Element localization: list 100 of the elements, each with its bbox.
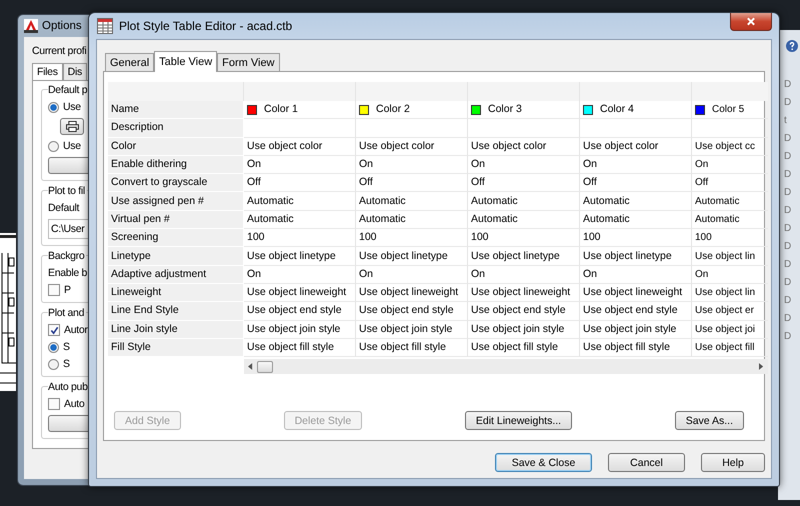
table-cell[interactable]: Use object fill <box>692 338 768 358</box>
table-cell[interactable]: Use object join style <box>468 320 580 339</box>
button[interactable] <box>48 157 89 174</box>
table-cell[interactable]: On <box>580 266 692 284</box>
radio-button[interactable] <box>48 342 59 352</box>
table-cell[interactable]: Automatic <box>580 192 692 211</box>
radio-button[interactable] <box>48 102 59 112</box>
table-cell[interactable]: Use object fill style <box>580 338 692 358</box>
table-cell[interactable]: Use object end style <box>580 302 692 321</box>
table-cell[interactable]: Use object fill style <box>468 338 580 358</box>
checkbox[interactable] <box>48 284 60 296</box>
table-cell[interactable]: On <box>468 266 580 284</box>
table-cell[interactable] <box>468 119 580 138</box>
table-cell[interactable]: Use object end style <box>356 302 468 321</box>
table-cell[interactable]: Use object linetype <box>244 247 356 266</box>
table-cell[interactable]: On <box>580 156 692 174</box>
table-cell[interactable]: Use object lineweight <box>356 284 468 302</box>
row-label: Description <box>108 119 244 138</box>
table-cell[interactable]: On <box>356 156 468 174</box>
dialog-button[interactable]: Cancel <box>608 453 685 472</box>
table-cell[interactable]: 100 <box>580 229 692 248</box>
table-cell[interactable]: Off <box>356 174 468 192</box>
table-cell[interactable]: Use object fill style <box>244 338 356 358</box>
table-cell[interactable] <box>580 119 692 138</box>
table-cell[interactable]: Off <box>692 174 768 192</box>
table-cell[interactable]: Use object lineweight <box>580 284 692 302</box>
table-cell[interactable]: On <box>244 266 356 284</box>
table-cell[interactable]: Use object end style <box>468 302 580 321</box>
row-label: Virtual pen # <box>108 210 244 230</box>
scroll-thumb[interactable] <box>257 360 273 373</box>
close-button[interactable] <box>730 13 772 31</box>
table-cell[interactable]: Automatic <box>580 210 692 230</box>
table-cell[interactable]: Automatic <box>468 192 580 211</box>
action-button[interactable]: Edit Lineweights... <box>464 411 572 430</box>
table-cell[interactable]: 100 <box>692 229 768 248</box>
table-cell[interactable]: 100 <box>244 229 356 248</box>
profile-label: Current profi <box>32 45 88 57</box>
table-cell[interactable]: Use object color <box>356 138 468 156</box>
button[interactable] <box>48 415 89 432</box>
table-cell[interactable]: On <box>356 266 468 284</box>
table-cell[interactable]: Automatic <box>692 192 768 211</box>
table-cell[interactable]: Off <box>580 174 692 192</box>
table-cell[interactable]: Use object joi <box>692 320 768 339</box>
row-label: Color <box>108 138 244 156</box>
table-cell[interactable]: On <box>468 156 580 174</box>
field-label: Default <box>48 202 80 214</box>
tab[interactable]: Form View <box>217 53 280 71</box>
radio-button[interactable] <box>48 140 59 152</box>
table-cell[interactable]: Use object linetype <box>468 247 580 266</box>
table-cell[interactable]: Automatic <box>692 210 768 230</box>
tab[interactable]: Files <box>32 63 63 81</box>
table-cell[interactable]: Use object lineweight <box>244 284 356 302</box>
table-cell[interactable]: On <box>692 266 768 284</box>
table-cell[interactable]: Automatic <box>244 192 356 211</box>
table-cell[interactable]: Use object join style <box>244 320 356 339</box>
scroll-left-icon[interactable] <box>248 363 253 370</box>
list-text: t <box>784 114 788 127</box>
tab[interactable]: Dis <box>62 63 87 81</box>
table-cell[interactable]: Use object lin <box>692 247 768 266</box>
table-cell[interactable]: Automatic <box>356 192 468 211</box>
table-cell[interactable]: Use object join style <box>580 320 692 339</box>
table-cell[interactable]: Off <box>244 174 356 192</box>
table-cell[interactable]: Use object color <box>580 138 692 156</box>
table-cell[interactable]: Use object end style <box>244 302 356 321</box>
style-name: Color 1 <box>264 102 298 118</box>
table-cell[interactable]: 100 <box>468 229 580 248</box>
table-cell[interactable]: Use object join style <box>356 320 468 339</box>
table-cell[interactable]: On <box>692 156 768 174</box>
printer-button[interactable] <box>60 118 84 135</box>
table-cell[interactable]: Use object linetype <box>356 247 468 266</box>
table-cell[interactable]: Use object linetype <box>580 247 692 266</box>
table-cell[interactable]: Use object lin <box>692 284 768 302</box>
table-cell[interactable]: Use object color <box>468 138 580 156</box>
dialog-button[interactable]: Help <box>701 453 765 472</box>
action-button[interactable]: Save As... <box>674 411 744 430</box>
scroll-right-icon[interactable] <box>759 363 764 370</box>
row-label: Screening <box>108 229 244 248</box>
checkbox[interactable] <box>48 324 60 336</box>
table-cell[interactable]: Use object er <box>692 302 768 321</box>
table-cell[interactable]: Automatic <box>468 210 580 230</box>
checkbox[interactable] <box>48 398 60 410</box>
table-cell[interactable]: Use object cc <box>692 138 768 156</box>
table-cell[interactable]: Automatic <box>356 210 468 230</box>
table-cell[interactable]: Automatic <box>244 210 356 230</box>
list-text: D <box>784 132 792 145</box>
radio-button[interactable] <box>48 358 59 370</box>
table-cell[interactable] <box>356 119 468 138</box>
dialog-button[interactable]: Save & Close <box>495 453 592 472</box>
tab[interactable]: Table View <box>154 51 218 72</box>
table-cell[interactable]: Use object lineweight <box>468 284 580 302</box>
table-cell[interactable] <box>244 119 356 138</box>
tab[interactable]: General <box>105 53 154 71</box>
table-cell[interactable]: Off <box>468 174 580 192</box>
help-icon[interactable] <box>786 40 798 52</box>
table-cell[interactable]: On <box>244 156 356 174</box>
radio-label: Use <box>63 101 81 113</box>
table-cell[interactable]: Use object color <box>244 138 356 156</box>
table-cell[interactable]: Use object fill style <box>356 338 468 358</box>
table-cell[interactable]: 100 <box>356 229 468 248</box>
horizontal-scrollbar[interactable] <box>244 359 768 374</box>
